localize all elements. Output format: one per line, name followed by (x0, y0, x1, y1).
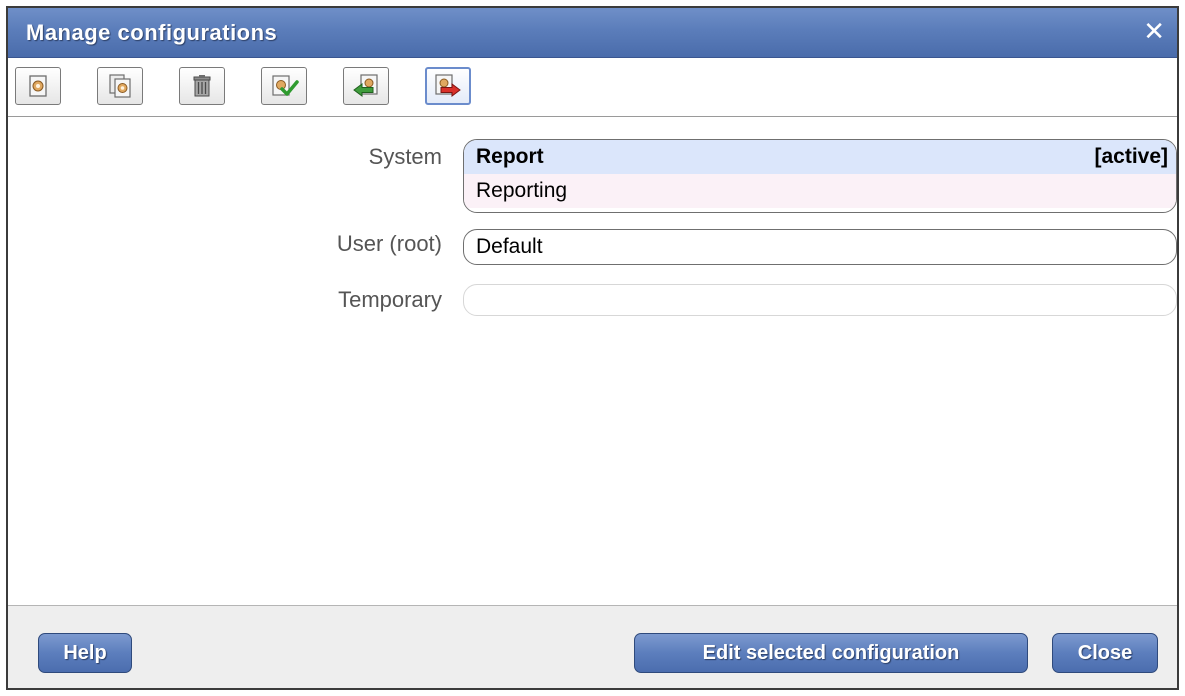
activate-checkmark-icon (269, 73, 299, 99)
list-item-default[interactable]: Default (464, 230, 1176, 264)
system-label: System (368, 144, 442, 169)
dialog-footer: Help Edit selected configuration Close (8, 605, 1177, 688)
close-icon[interactable]: ✕ (1143, 18, 1165, 44)
toolbar (8, 59, 1177, 117)
list-item-report[interactable]: Report [active] (464, 140, 1176, 174)
title-bar[interactable]: Manage configurations ✕ (8, 8, 1177, 58)
active-status-badge: [active] (1094, 145, 1168, 168)
export-arrow-icon (433, 73, 463, 99)
delete-configuration-button[interactable] (179, 67, 225, 105)
new-configuration-button[interactable] (15, 67, 61, 105)
help-button[interactable]: Help (38, 633, 132, 673)
list-item-reporting[interactable]: Reporting (464, 174, 1176, 208)
new-configuration-icon (25, 73, 51, 99)
configuration-name: Reporting (476, 179, 568, 202)
manage-configurations-dialog: Manage configurations ✕ System Report [a… (6, 6, 1179, 690)
import-configuration-button[interactable] (343, 67, 389, 105)
close-button[interactable]: Close (1052, 633, 1158, 673)
temporary-configuration-list[interactable] (463, 284, 1177, 316)
configuration-name: Default (476, 235, 543, 258)
copy-configuration-button[interactable] (97, 67, 143, 105)
user-root-label: User (root) (336, 231, 442, 256)
temporary-label: Temporary (338, 287, 442, 312)
copy-configuration-icon (107, 73, 133, 99)
import-arrow-icon (351, 73, 381, 99)
edit-selected-configuration-button[interactable]: Edit selected configuration (634, 633, 1028, 673)
system-configuration-list[interactable]: Report [active] Reporting (463, 139, 1177, 213)
dialog-title: Manage configurations (26, 20, 278, 45)
activate-configuration-button[interactable] (261, 67, 307, 105)
configuration-name: Report (476, 145, 544, 168)
configurations-panel: System Report [active] Reporting User (r… (8, 118, 1177, 606)
user-configuration-list[interactable]: Default (463, 229, 1177, 265)
trash-icon (189, 73, 215, 99)
export-configuration-button[interactable] (425, 67, 471, 105)
